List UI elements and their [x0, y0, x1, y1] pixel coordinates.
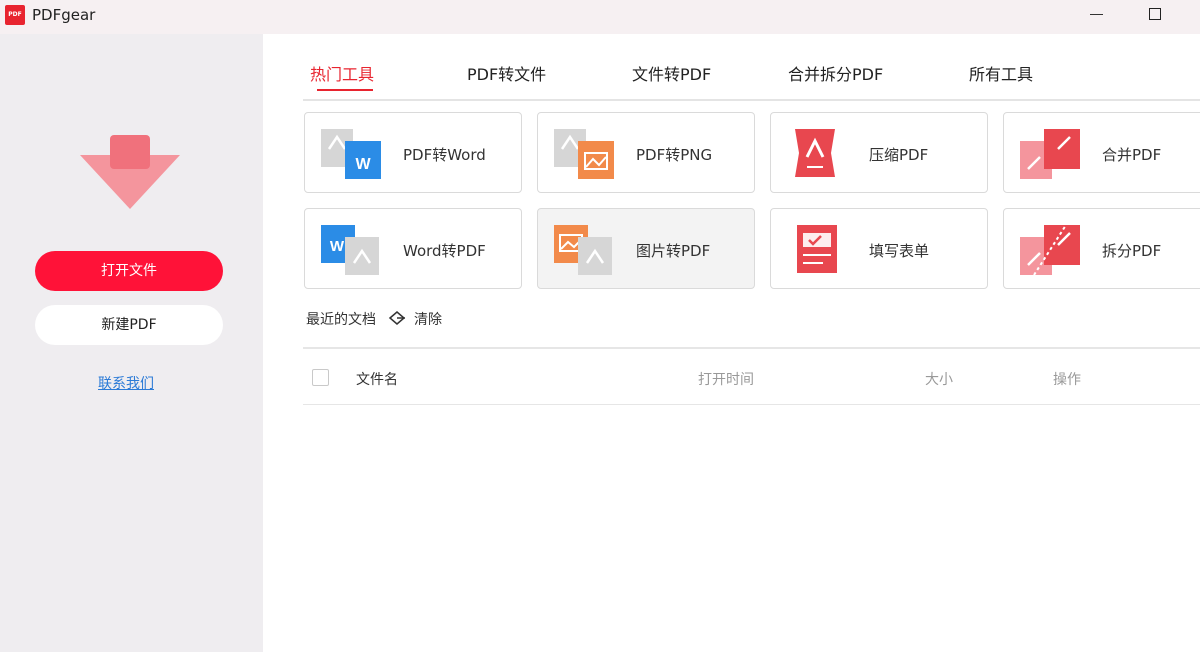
- tool-label: Word转PDF: [403, 242, 486, 260]
- app-title: PDFgear: [32, 6, 96, 24]
- image-to-pdf-icon: [554, 225, 612, 275]
- column-header-name[interactable]: 文件名: [356, 369, 398, 389]
- tool-label: PDF转Word: [403, 146, 486, 164]
- column-header-actions: 操作: [1053, 372, 1081, 388]
- tool-label: 压缩PDF: [869, 146, 929, 164]
- tool-label: 填写表单: [869, 242, 930, 260]
- tool-card-word-to-pdf[interactable]: W Word转PDF: [304, 208, 522, 289]
- pdfgear-logo-icon: PDF: [5, 5, 25, 25]
- minimize-icon[interactable]: [1090, 14, 1103, 15]
- tool-card-merge-pdf[interactable]: 合并PDF: [1003, 112, 1200, 193]
- tab-popular-tools[interactable]: 热门工具: [310, 61, 374, 85]
- select-all-checkbox[interactable]: [312, 369, 329, 386]
- word-to-pdf-icon: W: [321, 225, 379, 275]
- tool-card-pdf-to-word[interactable]: W PDF转Word: [304, 112, 522, 193]
- fill-form-icon: [797, 225, 837, 273]
- tool-card-compress-pdf[interactable]: 压缩PDF: [770, 112, 988, 193]
- tool-tabs: 热门工具 PDF转文件 文件转PDF 合并拆分PDF 所有工具: [303, 55, 1200, 101]
- drop-file-arrow-icon: [80, 135, 180, 209]
- tab-all-tools[interactable]: 所有工具: [969, 61, 1033, 85]
- column-header-open-time[interactable]: 打开时间: [698, 369, 754, 389]
- tool-label: PDF转PNG: [636, 146, 713, 164]
- tab-file-to-pdf[interactable]: 文件转PDF: [632, 61, 711, 85]
- tool-card-fill-form[interactable]: 填写表单: [770, 208, 988, 289]
- tab-merge-split-pdf[interactable]: 合并拆分PDF: [788, 61, 883, 85]
- compress-pdf-icon: [795, 129, 835, 177]
- sidebar: 打开文件 新建PDF 联系我们: [0, 34, 263, 652]
- svg-text:W: W: [330, 238, 345, 255]
- merge-pdf-icon: [1020, 129, 1080, 179]
- tab-pdf-to-file[interactable]: PDF转文件: [467, 61, 546, 85]
- clear-button[interactable]: 清除: [414, 309, 442, 329]
- tool-card-image-to-pdf[interactable]: 图片转PDF: [537, 208, 755, 289]
- contact-us-link[interactable]: 联系我们: [98, 373, 154, 393]
- recent-documents-title: 最近的文档: [306, 312, 376, 328]
- title-bar: PDF PDFgear: [0, 0, 1200, 34]
- tool-label: 拆分PDF: [1102, 242, 1162, 260]
- broom-icon[interactable]: [388, 310, 406, 326]
- open-file-button[interactable]: 打开文件: [35, 251, 223, 291]
- pdf-to-word-icon: W: [321, 129, 381, 179]
- tool-card-pdf-to-png[interactable]: PDF转PNG: [537, 112, 755, 193]
- split-pdf-icon: [1020, 224, 1080, 275]
- svg-text:W: W: [355, 156, 371, 173]
- active-tab-indicator: [317, 89, 373, 91]
- tool-card-split-pdf[interactable]: 拆分PDF: [1003, 208, 1200, 289]
- pdf-to-png-icon: [554, 129, 614, 179]
- tool-label: 合并PDF: [1102, 146, 1162, 164]
- maximize-icon[interactable]: [1149, 8, 1161, 20]
- recent-table-header: 文件名 打开时间 大小 操作: [303, 347, 1200, 405]
- tool-label: 图片转PDF: [636, 242, 711, 260]
- new-pdf-button[interactable]: 新建PDF: [35, 305, 223, 345]
- column-header-size[interactable]: 大小: [925, 369, 953, 389]
